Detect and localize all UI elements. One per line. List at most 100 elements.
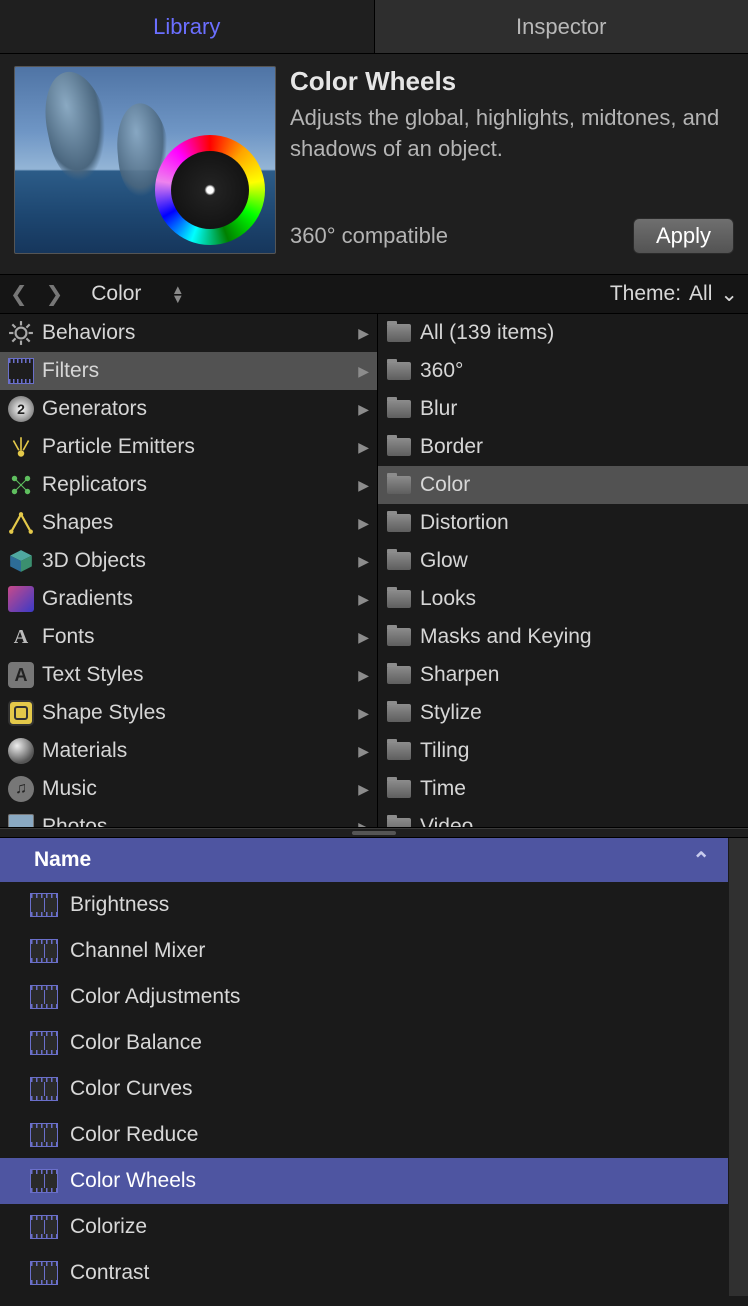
subcategory-row-glow[interactable]: Glow — [378, 542, 748, 580]
subcategory-row-all-139-items-[interactable]: All (139 items) — [378, 314, 748, 352]
split-grip[interactable] — [0, 828, 748, 838]
category-row-shapes[interactable]: Shapes▶ — [0, 504, 377, 542]
filter-item-brightness[interactable]: Brightness — [0, 882, 728, 928]
chevron-down-icon: ⌄ — [720, 282, 738, 307]
filter-item-label: Color Curves — [70, 1077, 193, 1101]
subcategory-row-time[interactable]: Time — [378, 770, 748, 808]
theme-select[interactable]: Theme: All ⌄ — [610, 282, 738, 307]
subcategory-row-color[interactable]: Color — [378, 466, 748, 504]
filmstrip-icon — [30, 1031, 58, 1055]
category-row-music[interactable]: ♫ Music ▶ — [0, 770, 377, 808]
nav-forward-button[interactable]: ❯ — [46, 282, 64, 307]
preview-thumbnail — [14, 66, 276, 254]
item-list-wrapper: Name ⌃ Brightness Channel Mixer Color Adju… — [0, 838, 748, 1296]
category-row-text-styles[interactable]: AText Styles▶ — [0, 656, 377, 694]
category-row-3d-objects[interactable]: 3D Objects▶ — [0, 542, 377, 580]
browser-panel: Behaviors▶ Filters ▶ 2 Generators ▶ Particle E… — [0, 314, 748, 828]
subcategory-row-360-[interactable]: 360° — [378, 352, 748, 390]
apply-button[interactable]: Apply — [633, 218, 734, 254]
filter-item-color-adjustments[interactable]: Color Adjustments — [0, 974, 728, 1020]
subcategory-row-blur[interactable]: Blur — [378, 390, 748, 428]
category-row-generators[interactable]: 2Generators▶ — [0, 390, 377, 428]
tab-inspector[interactable]: Inspector — [374, 0, 748, 53]
category-row-materials[interactable]: Materials▶ — [0, 732, 377, 770]
category-row-shape-styles[interactable]: Shape Styles▶ — [0, 694, 377, 732]
filter-item-color-balance[interactable]: Color Balance — [0, 1020, 728, 1066]
subcategory-label: Masks and Keying — [420, 625, 592, 649]
filmstrip-icon — [30, 1261, 58, 1285]
theme-value: All — [689, 282, 712, 306]
category-row-gradients[interactable]: Gradients▶ — [0, 580, 377, 618]
category-label: Filters — [42, 359, 99, 383]
breadcrumb-label: Color — [91, 282, 141, 306]
category-row-behaviors[interactable]: Behaviors▶ — [0, 314, 377, 352]
category-row-particle-emitters[interactable]: Particle Emitters▶ — [0, 428, 377, 466]
category-row-filters[interactable]: Filters ▶ — [0, 352, 377, 390]
subcategory-row-video[interactable]: Video — [378, 808, 748, 827]
category-label: Gradients — [42, 587, 133, 611]
filter-item-label: Color Wheels — [70, 1169, 196, 1193]
subcategory-row-distortion[interactable]: Distortion — [378, 504, 748, 542]
filter-item-contrast[interactable]: Contrast — [0, 1250, 728, 1296]
subcategory-row-stylize[interactable]: Stylize — [378, 694, 748, 732]
category-row-photos[interactable]: Photos▶ — [0, 808, 377, 827]
subcategory-label: Blur — [420, 397, 457, 421]
folder-icon — [386, 662, 412, 688]
subcategory-label: Glow — [420, 549, 468, 573]
filter-item-color-reduce[interactable]: Color Reduce — [0, 1112, 728, 1158]
subcategory-row-looks[interactable]: Looks — [378, 580, 748, 618]
disclosure-arrow-icon: ▶ — [358, 781, 369, 798]
folder-icon — [386, 472, 412, 498]
item-list: Name ⌃ Brightness Channel Mixer Color Adju… — [0, 838, 728, 1296]
category-row-replicators[interactable]: Replicators▶ — [0, 466, 377, 504]
subcategory-label: Color — [420, 473, 470, 497]
disclosure-arrow-icon: ▶ — [358, 363, 369, 380]
list-scrollbar[interactable] — [728, 838, 748, 1296]
photos-icon — [8, 814, 34, 827]
filter-item-label: Color Balance — [70, 1031, 202, 1055]
top-tabs: Library Inspector — [0, 0, 748, 54]
tab-library[interactable]: Library — [0, 0, 374, 53]
subcategory-row-tiling[interactable]: Tiling — [378, 732, 748, 770]
theme-label: Theme: — [610, 282, 681, 306]
subcategory-column[interactable]: All (139 items) 360° Blur Border Color Distor… — [378, 314, 748, 827]
nav-back-button[interactable]: ❮ — [10, 282, 28, 307]
filter-item-label: Channel Mixer — [70, 939, 205, 963]
preview-compat: 360° compatible — [290, 223, 448, 249]
filmstrip-icon — [30, 1215, 58, 1239]
cube-icon — [8, 548, 34, 574]
filter-item-color-curves[interactable]: Color Curves — [0, 1066, 728, 1112]
subcategory-label: 360° — [420, 359, 463, 383]
subcategory-label: Sharpen — [420, 663, 499, 687]
category-label: Materials — [42, 739, 127, 763]
category-label: Shape Styles — [42, 701, 166, 725]
filter-item-label: Colorize — [70, 1215, 147, 1239]
filter-item-label: Contrast — [70, 1261, 149, 1285]
breadcrumb[interactable]: Color ▲▼ — [91, 282, 184, 306]
category-label: Music — [42, 777, 97, 801]
disclosure-arrow-icon: ▶ — [358, 667, 369, 684]
music-icon: ♫ — [8, 776, 34, 802]
shapestyles-icon — [8, 700, 34, 726]
list-header[interactable]: Name ⌃ — [0, 838, 728, 882]
subcategory-label: Looks — [420, 587, 476, 611]
folder-icon — [386, 358, 412, 384]
filter-item-channel-mixer[interactable]: Channel Mixer — [0, 928, 728, 974]
color-wheel-icon — [155, 135, 265, 245]
generator-icon: 2 — [8, 396, 34, 422]
category-column[interactable]: Behaviors▶ Filters ▶ 2 Generators ▶ Particle E… — [0, 314, 378, 827]
category-row-fonts[interactable]: AFonts▶ — [0, 618, 377, 656]
folder-icon — [386, 700, 412, 726]
filter-item-colorize[interactable]: Colorize — [0, 1204, 728, 1250]
preview-info: Color Wheels Adjusts the global, highlig… — [290, 66, 734, 254]
textstyles-icon: A — [8, 662, 34, 688]
particles-icon — [8, 434, 34, 460]
filter-item-label: Brightness — [70, 893, 169, 917]
subcategory-row-masks-and-keying[interactable]: Masks and Keying — [378, 618, 748, 656]
subcategory-row-sharpen[interactable]: Sharpen — [378, 656, 748, 694]
filter-item-color-wheels[interactable]: Color Wheels — [0, 1158, 728, 1204]
category-label: Generators — [42, 397, 147, 421]
subcategory-row-border[interactable]: Border — [378, 428, 748, 466]
subcategory-label: Time — [420, 777, 466, 801]
subcategory-label: Stylize — [420, 701, 482, 725]
